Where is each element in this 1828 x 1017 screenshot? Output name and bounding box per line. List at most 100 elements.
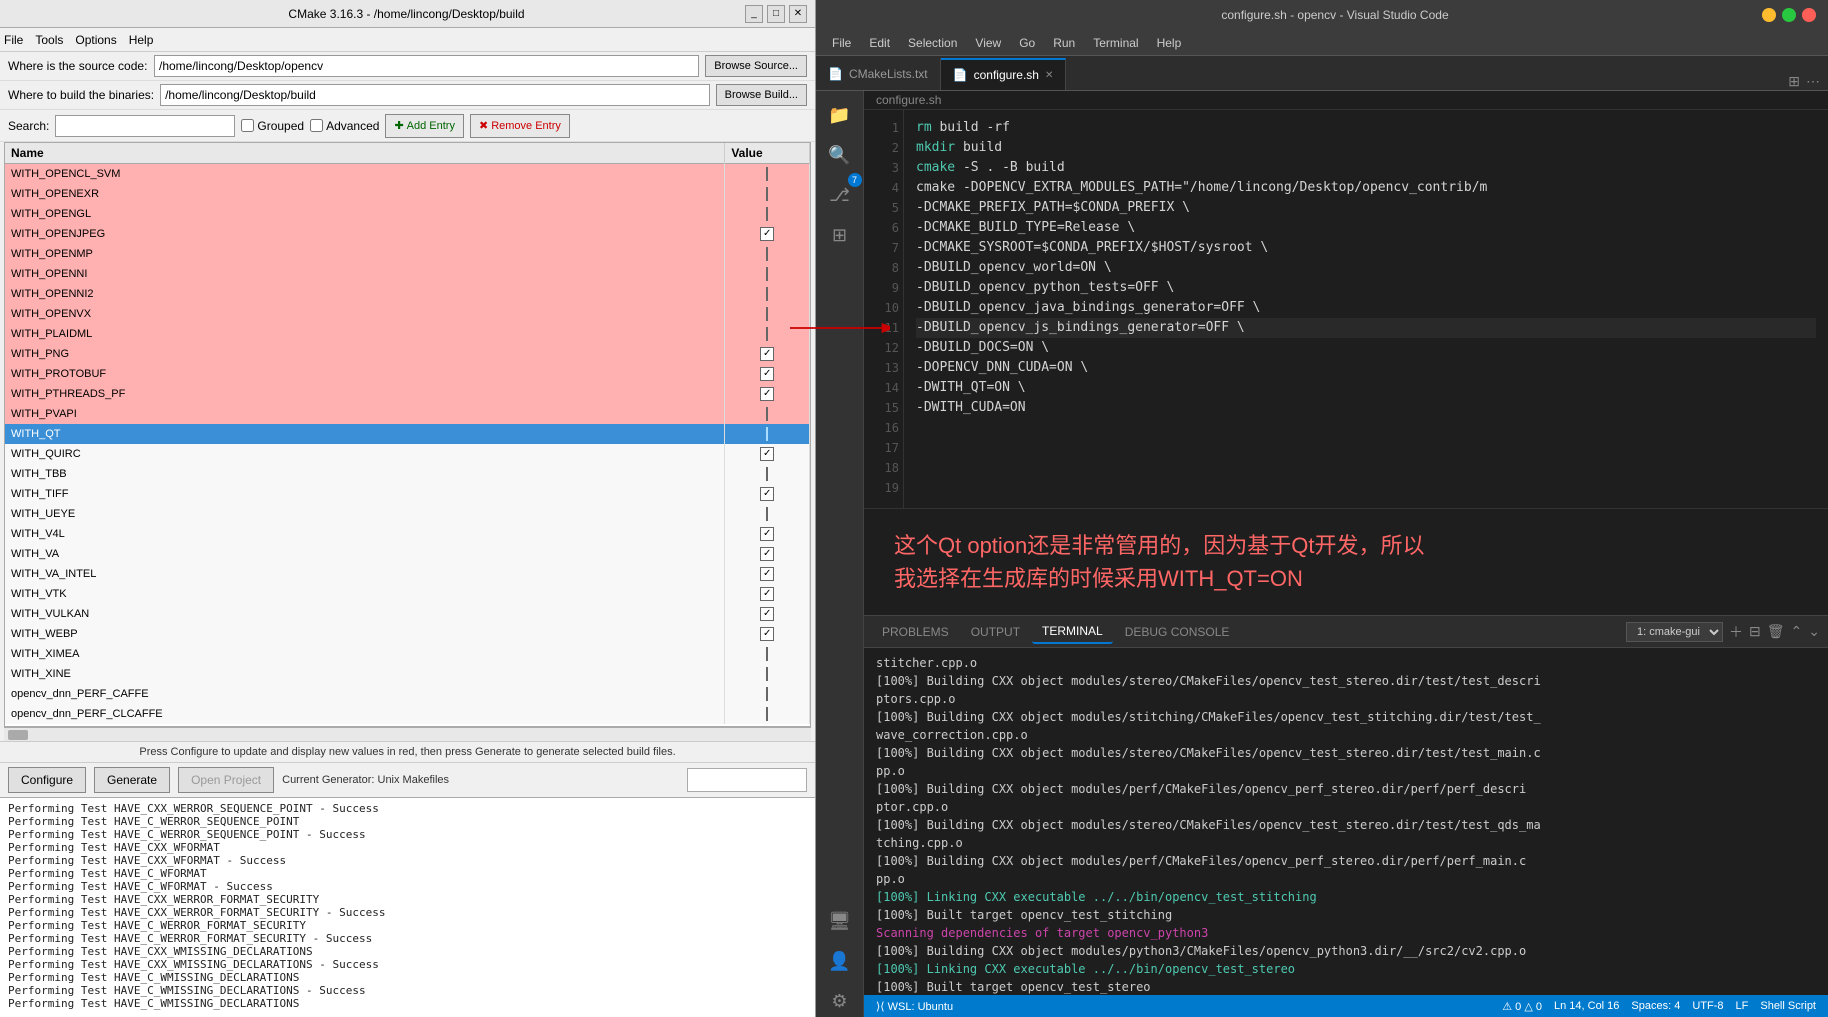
table-row[interactable]: WITH_PLAIDML — [5, 324, 810, 344]
table-row[interactable]: WITH_OPENVX — [5, 304, 810, 324]
row-value-cell[interactable] — [725, 244, 810, 264]
status-remote[interactable]: ⟩⟨ WSL: Ubuntu — [876, 1000, 953, 1013]
vscode-minimize-btn[interactable] — [1762, 8, 1776, 22]
terminal-chevron-down[interactable]: ⌄ — [1808, 623, 1820, 640]
remove-entry-btn[interactable]: ✖ Remove Entry — [470, 114, 570, 138]
status-spaces[interactable]: Spaces: 4 — [1631, 1000, 1680, 1012]
status-errors[interactable]: ⚠ 0 △ 0 — [1502, 1000, 1542, 1013]
table-row[interactable]: WITH_OPENJPEG✓ — [5, 224, 810, 244]
table-row[interactable]: WITH_OPENGL — [5, 204, 810, 224]
row-value-cell[interactable] — [725, 464, 810, 484]
vscode-menu-view[interactable]: View — [967, 34, 1009, 52]
search-filter-input[interactable] — [687, 768, 807, 792]
table-row[interactable]: WITH_QUIRC✓ — [5, 444, 810, 464]
cmake-maximize-btn[interactable]: □ — [767, 5, 785, 23]
terminal-trash-btn[interactable]: 🗑 — [1767, 623, 1785, 640]
sidebar-account-btn[interactable]: 👤 — [824, 945, 856, 977]
tab-debug-console[interactable]: DEBUG CONSOLE — [1115, 621, 1240, 643]
menu-tools[interactable]: Tools — [35, 33, 63, 47]
row-value-cell[interactable]: ✓ — [725, 224, 810, 244]
row-value-cell[interactable] — [725, 204, 810, 224]
row-value-cell[interactable] — [725, 644, 810, 664]
sidebar-scm-btn[interactable]: ⎇ 7 — [824, 179, 856, 211]
status-encoding[interactable]: UTF-8 — [1692, 1000, 1723, 1012]
browse-source-btn[interactable]: Browse Source... — [705, 55, 807, 77]
vscode-menu-run[interactable]: Run — [1045, 34, 1083, 52]
row-value-cell[interactable] — [725, 684, 810, 704]
row-value-cell[interactable] — [725, 264, 810, 284]
table-row[interactable]: WITH_TBB — [5, 464, 810, 484]
row-value-cell[interactable]: ✓ — [725, 584, 810, 604]
cmake-log[interactable]: Performing Test HAVE_CXX_WERROR_SEQUENCE… — [0, 797, 815, 1017]
row-value-cell[interactable] — [725, 424, 810, 444]
sidebar-remote-btn[interactable]: 🖥 — [824, 905, 856, 937]
tab-output[interactable]: OUTPUT — [961, 621, 1030, 643]
code-editor[interactable]: rm build -rfmkdir buildcmake -S . -B bui… — [904, 110, 1828, 508]
split-editor-btn[interactable]: ⊞ — [1788, 73, 1800, 90]
terminal-add-btn[interactable]: ＋ — [1729, 622, 1743, 642]
table-row[interactable]: opencv_dnn_PERF_CLCAFFE — [5, 704, 810, 724]
terminal-chevron-up[interactable]: ⌃ — [1791, 623, 1803, 640]
advanced-checkbox[interactable] — [310, 119, 323, 132]
table-row[interactable]: WITH_PVAPI — [5, 404, 810, 424]
table-row[interactable]: WITH_OPENNI — [5, 264, 810, 284]
table-row[interactable]: WITH_VTK✓ — [5, 584, 810, 604]
table-row[interactable]: WITH_UEYE — [5, 504, 810, 524]
row-value-cell[interactable]: ✓ — [725, 524, 810, 544]
vscode-menu-selection[interactable]: Selection — [900, 34, 965, 52]
table-row[interactable]: WITH_TIFF✓ — [5, 484, 810, 504]
table-row[interactable]: WITH_OPENMP — [5, 244, 810, 264]
vscode-maximize-btn[interactable] — [1782, 8, 1796, 22]
terminal-body[interactable]: stitcher.cpp.o[100%] Building CXX object… — [864, 648, 1828, 995]
sidebar-extensions-btn[interactable]: ⊞ — [824, 219, 856, 251]
status-eol[interactable]: LF — [1736, 1000, 1749, 1012]
vscode-close-btn[interactable] — [1802, 8, 1816, 22]
status-lang[interactable]: Shell Script — [1760, 1000, 1816, 1012]
table-row[interactable]: WITH_OPENNI2 — [5, 284, 810, 304]
row-value-cell[interactable]: ✓ — [725, 564, 810, 584]
row-value-cell[interactable]: ✓ — [725, 604, 810, 624]
tab-cmakelists[interactable]: 📄 CMakeLists.txt — [816, 58, 941, 90]
table-row[interactable]: WITH_PROTOBUF✓ — [5, 364, 810, 384]
cmake-minimize-btn[interactable]: _ — [745, 5, 763, 23]
row-value-cell[interactable] — [725, 664, 810, 684]
sidebar-search-btn[interactable]: 🔍 — [824, 139, 856, 171]
cmake-horizontal-scrollbar[interactable] — [4, 727, 811, 741]
build-input[interactable] — [160, 84, 710, 106]
generate-btn[interactable]: Generate — [94, 767, 170, 793]
row-value-cell[interactable] — [725, 304, 810, 324]
configure-btn[interactable]: Configure — [8, 767, 86, 793]
row-value-cell[interactable]: ✓ — [725, 384, 810, 404]
table-row[interactable]: WITH_PTHREADS_PF✓ — [5, 384, 810, 404]
vscode-menu-file[interactable]: File — [824, 34, 859, 52]
table-row[interactable]: WITH_V4L✓ — [5, 524, 810, 544]
row-value-cell[interactable] — [725, 504, 810, 524]
table-row[interactable]: opencv_dnn_PERF_CAFFE — [5, 684, 810, 704]
terminal-split-btn[interactable]: ⊟ — [1749, 623, 1761, 640]
table-row[interactable]: WITH_VULKAN✓ — [5, 604, 810, 624]
status-ln-col[interactable]: Ln 14, Col 16 — [1554, 1000, 1619, 1012]
row-value-cell[interactable] — [725, 324, 810, 344]
add-entry-btn[interactable]: ✚ Add Entry — [385, 114, 464, 138]
row-value-cell[interactable] — [725, 164, 810, 184]
row-value-cell[interactable]: ✓ — [725, 484, 810, 504]
menu-options[interactable]: Options — [75, 33, 116, 47]
editor-body[interactable]: 12345678910111213141516171819 rm build -… — [864, 110, 1828, 508]
tab-configure-close[interactable]: ✕ — [1045, 70, 1053, 81]
table-row[interactable]: WITH_XINE — [5, 664, 810, 684]
search-input[interactable] — [55, 115, 235, 137]
cmake-table-wrapper[interactable]: Name Value WITH_OPENCL_SVMWITH_OPENEXRWI… — [4, 142, 811, 727]
row-value-cell[interactable] — [725, 704, 810, 724]
table-row[interactable]: WITH_XIMEA — [5, 644, 810, 664]
table-row[interactable]: WITH_VA_INTEL✓ — [5, 564, 810, 584]
vscode-menu-help[interactable]: Help — [1149, 34, 1190, 52]
row-value-cell[interactable] — [725, 184, 810, 204]
vscode-menu-go[interactable]: Go — [1011, 34, 1043, 52]
table-row[interactable]: WITH_QT — [5, 424, 810, 444]
table-row[interactable]: WITH_OPENCL_SVM — [5, 164, 810, 184]
row-value-cell[interactable] — [725, 284, 810, 304]
sidebar-settings-btn[interactable]: ⚙ — [824, 985, 856, 1017]
tab-problems[interactable]: PROBLEMS — [872, 621, 959, 643]
vscode-menu-terminal[interactable]: Terminal — [1085, 34, 1146, 52]
row-value-cell[interactable]: ✓ — [725, 444, 810, 464]
